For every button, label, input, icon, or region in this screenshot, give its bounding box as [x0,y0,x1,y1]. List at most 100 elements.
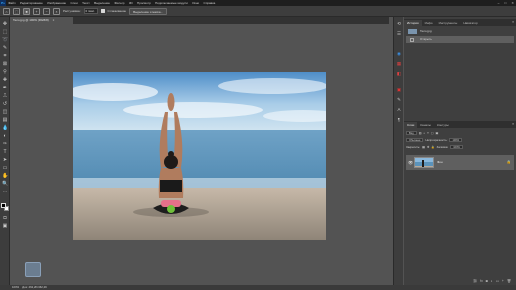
filter-type-icon[interactable]: T [427,131,429,135]
fill-input[interactable]: 100% [450,144,463,150]
menu-filter[interactable]: Фильтр [112,1,126,5]
brush-tool-icon[interactable]: ✒ [2,85,8,91]
dodge-tool-icon[interactable]: ◐ [2,133,8,139]
layer-name[interactable]: Фон [437,160,443,164]
minimize-icon[interactable]: – [498,1,500,5]
lock-pixels-icon[interactable]: ▦ [422,145,425,149]
tab-tools[interactable]: Инструменты [436,20,461,26]
eraser-tool-icon[interactable]: ◫ [2,109,8,115]
tab-paths[interactable]: Контуры [434,122,452,128]
maximize-icon[interactable]: □ [504,1,506,5]
character-icon[interactable]: A [396,107,402,113]
adjustments-icon[interactable]: ◧ [396,71,402,77]
menu-file[interactable]: Файл [6,1,18,5]
eye-icon[interactable]: 👁 [408,160,413,165]
antialias-checkbox[interactable] [100,9,105,13]
marquee-tool-icon[interactable]: ⬚ [2,29,8,35]
link-layers-icon[interactable]: ⛓ [473,279,477,284]
crop-tool-icon[interactable]: ⌗ [2,53,8,59]
history-step[interactable]: Открыть [406,36,514,43]
menu-view[interactable]: Просмотр [135,1,153,5]
close-icon[interactable]: × [53,18,55,22]
rectangle-tool-icon[interactable]: ▭ [2,165,8,171]
tab-history[interactable]: История [404,20,422,26]
new-group-icon[interactable]: ▭ [496,279,499,284]
subtract-selection-icon[interactable]: − [43,7,50,15]
new-selection-icon[interactable]: ■ [23,7,30,15]
menu-plugins[interactable]: Подключаемые модули [153,1,190,5]
home-icon[interactable]: ⌂ [3,7,10,15]
menu-layers[interactable]: Слои [68,1,80,5]
frame-tool-icon[interactable]: ⊠ [2,61,8,67]
screen-mode-icon[interactable]: ▣ [2,223,8,229]
blur-tool-icon[interactable]: 💧 [2,125,8,131]
zoom-tool-icon[interactable]: 🔍 [2,181,8,187]
quick-select-tool-icon[interactable]: ✎ [2,45,8,51]
opacity-input[interactable]: 100% [449,137,463,143]
feather-input[interactable]: 0 пикс. [83,8,98,14]
history-snapshot[interactable]: Тело.jpg [406,28,514,35]
clone-stamp-tool-icon[interactable]: ⎍ [2,93,8,99]
zoom-level[interactable]: 100% [12,285,19,289]
delete-layer-icon[interactable]: 🗑 [507,279,511,284]
type-tool-icon[interactable]: T [2,149,8,155]
lock-position-icon[interactable]: ✥ [427,145,429,149]
healing-brush-tool-icon[interactable]: ✚ [2,77,8,83]
menu-3d[interactable]: 3D [127,1,135,5]
select-and-mask-button[interactable]: Выделение и маска... [129,7,168,15]
menu-type[interactable]: Текст [80,1,92,5]
properties-icon[interactable]: ☰ [396,31,402,37]
marquee-tool-icon[interactable]: ⬚ [13,7,20,15]
eyedropper-tool-icon[interactable]: ⚲ [2,69,8,75]
history-panel-tabs: История Инфо Инструменты Навигатор ≡ [404,19,516,26]
add-selection-icon[interactable]: + [33,7,40,15]
brush-settings-icon[interactable]: ✎ [396,97,402,103]
layers-menu-icon[interactable]: ≡ [512,121,514,127]
panel-menu-icon[interactable]: ≡ [512,19,514,25]
tab-channels[interactable]: Каналы [417,122,434,128]
close-window-icon[interactable]: ✕ [511,1,514,5]
intersect-selection-icon[interactable]: × [53,7,60,15]
blend-mode-select[interactable]: Обычные [406,137,424,143]
gradient-tool-icon[interactable]: ▤ [2,117,8,123]
adjustment-layer-icon[interactable]: ◐ [491,279,493,284]
filter-shape-icon[interactable]: ▢ [431,131,434,135]
swatches-icon[interactable]: ▦ [396,61,402,67]
filter-pixel-icon[interactable]: ▧ [419,131,422,135]
libraries-icon[interactable]: ▣ [396,87,402,93]
add-mask-icon[interactable]: ◙ [486,279,488,284]
pen-tool-icon[interactable]: ✑ [2,141,8,147]
move-tool-icon[interactable]: ✥ [2,21,8,27]
navigator-thumbnail[interactable] [25,262,41,277]
filter-adjust-icon[interactable]: ◐ [423,131,425,135]
quick-mask-icon[interactable]: ◘ [2,215,8,221]
menu-select[interactable]: Выделение [92,1,112,5]
layer-filter-select[interactable]: Вид [406,130,417,136]
foreground-color-swatch[interactable] [1,203,6,208]
document-image[interactable] [73,72,326,240]
layer-style-icon[interactable]: fx [480,279,483,284]
tab-info[interactable]: Инфо [422,20,436,26]
menu-help[interactable]: Справка [201,1,217,5]
paragraph-icon[interactable]: ¶ [396,117,402,123]
history-brush-tool-icon[interactable]: ↺ [2,101,8,107]
color-panel-icon[interactable]: ◉ [396,51,402,57]
more-tools-icon[interactable]: ⋯ [2,189,8,195]
document-info[interactable]: Док: 462,2K/462,2K [22,285,47,289]
lock-all-icon[interactable]: 🔒 [431,145,434,149]
menu-edit[interactable]: Редактирование [18,1,45,5]
history-panel-icon[interactable]: ⟲ [396,21,402,27]
feather-label: Растушёвка: [63,9,81,13]
tab-navigator[interactable]: Навигатор [460,20,480,26]
layer-row[interactable]: 👁 Фон 🔒 [406,155,514,170]
document-tab[interactable]: Тело.jpg @ 100% (RGB/8) × [11,17,73,24]
menu-window[interactable]: Окно [190,1,201,5]
hand-tool-icon[interactable]: ✋ [2,173,8,179]
menu-image[interactable]: Изображение [45,1,68,5]
filter-smart-icon[interactable]: ▣ [435,131,438,135]
canvas-area[interactable] [11,24,389,285]
tab-layers[interactable]: Слои [404,122,418,128]
lasso-tool-icon[interactable]: ➰ [2,37,8,43]
path-selection-tool-icon[interactable]: ➤ [2,157,8,163]
new-layer-icon[interactable]: + [502,279,504,284]
